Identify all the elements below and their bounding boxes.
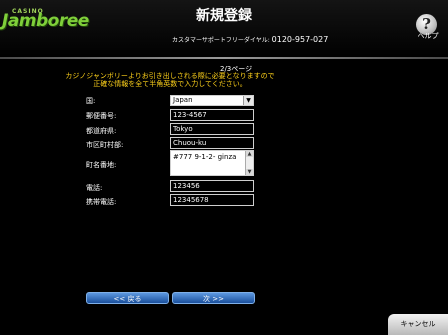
phone-field[interactable]: 123456 [170, 180, 254, 192]
mobile-field[interactable]: 12345678 [170, 194, 254, 206]
next-button[interactable]: 次 >> [172, 292, 255, 304]
instructions-line-1: カジノジャンボリーよりお引き出しされる際に必要となりますので [65, 72, 275, 80]
postal-label: 郵便番号: [86, 112, 117, 120]
cancel-button[interactable]: キャンセル [388, 314, 448, 335]
city-label: 市区町村部: [86, 141, 124, 149]
chevron-down-icon[interactable]: ▼ [243, 96, 253, 105]
street-label: 町名番地: [86, 161, 117, 169]
textarea-scrollbar[interactable]: ▲ ▼ [245, 151, 253, 175]
page-title: 新規登録 [196, 8, 252, 24]
scroll-up-icon[interactable]: ▲ [246, 151, 253, 157]
header: CASINO Jamboree 新規登録 カスタマーサポートフリーダイヤル: 0… [0, 0, 448, 58]
support-label: カスタマーサポートフリーダイヤル: [172, 37, 270, 44]
country-select[interactable]: Japan ▼ [170, 95, 254, 106]
street-value: #777 9-1-2- ginza [173, 153, 237, 161]
prefecture-label: 都道府県: [86, 127, 117, 135]
city-field[interactable]: Chuou-ku [170, 137, 254, 149]
street-address-textarea[interactable]: #777 9-1-2- ginza ▲ ▼ [170, 150, 254, 176]
help-label: ヘルプ [417, 32, 439, 40]
prefecture-field[interactable]: Tokyo [170, 123, 254, 135]
phone-label: 電話: [86, 184, 103, 192]
instructions-line-2: 正確な情報を全て半角英数で入力してください。 [93, 80, 247, 88]
back-button[interactable]: << 戻る [86, 292, 169, 304]
instructions-text: カジノジャンボリーよりお引き出しされる際に必要となりますので 正確な情報を全て半… [20, 72, 320, 88]
country-label: 国: [86, 97, 96, 105]
postal-code-field[interactable]: 123-4567 [170, 109, 254, 121]
header-divider [0, 57, 448, 59]
country-value: Japan [173, 96, 193, 104]
support-info: カスタマーサポートフリーダイヤル: 0120-957-027 [172, 35, 328, 44]
help-button[interactable]: ? ヘルプ [414, 14, 440, 40]
scroll-down-icon[interactable]: ▼ [246, 169, 253, 175]
support-number: 0120-957-027 [271, 35, 329, 44]
mobile-label: 携帯電話: [86, 198, 117, 206]
